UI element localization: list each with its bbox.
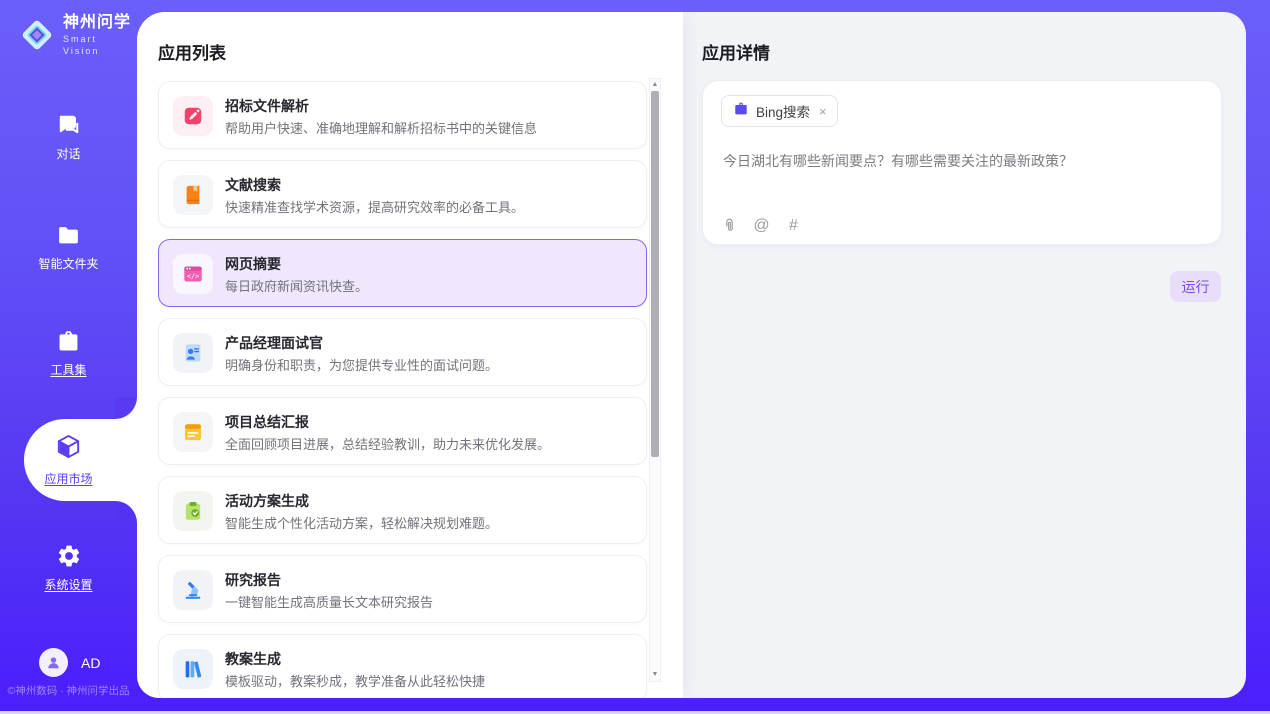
chip-close-icon[interactable]: × [817,104,827,119]
app-list-item-selected[interactable]: </> 网页摘要每日政府新闻资讯快查。 [158,239,647,307]
clipboard-check-icon [173,491,213,531]
scrollbar-thumb[interactable] [651,91,659,457]
app-list: 招标文件解析帮助用户快速、准确地理解和解析招标书中的关键信息文献搜索快速精准查找… [158,81,647,698]
sidebar-item-label: 智能文件夹 [38,255,98,272]
app-name: 研究报告 [225,570,281,590]
app-name: 招标文件解析 [225,96,309,116]
attachment-icon[interactable] [721,217,738,234]
brand-diamond-icon [18,16,56,54]
app-list-item[interactable]: 产品经理面试官明确身份和职责，为您提供专业性的面试问题。 [158,318,647,386]
app-detail-title: 应用详情 [702,39,770,64]
sidebar-footer-text: ©神州数码 · 神州问学出品 [0,683,137,698]
brand-logo-block: 神州问学 Smart Vision [18,13,137,57]
app-description: 一键智能生成高质量长文本研究报告 [225,592,433,611]
sidebar-item-market-active[interactable]: 应用市场 [24,419,137,501]
app-description: 全面回顾项目进展，总结经验教训，助力未来优化发展。 [225,434,550,453]
sidebar: 神州问学 Smart Vision 对话智能文件夹工具集应用市场系统设置 AD … [0,0,137,711]
scroll-up-icon[interactable]: ▲ [652,79,659,91]
gear-icon [56,543,82,569]
prompt-input[interactable]: 今日湖北有哪些新闻要点？有哪些需要关注的最新政策？ [723,151,1203,171]
app-description: 快速精准查找学术资源，提高研究效率的必备工具。 [225,197,524,216]
sidebar-item-tools[interactable]: 工具集 [0,328,137,378]
tool-chip-label: Bing搜索 [756,101,810,121]
app-name: 教案生成 [225,649,281,669]
microscope-icon [173,570,213,610]
app-list-item[interactable]: 招标文件解析帮助用户快速、准确地理解和解析招标书中的关键信息 [158,81,647,149]
app-name: 产品经理面试官 [225,333,323,353]
sidebar-item-chat[interactable]: 对话 [0,112,137,162]
user-initials: AD [81,655,100,671]
run-button[interactable]: 运行 [1170,271,1221,302]
app-description: 每日政府新闻资讯快查。 [225,276,368,295]
app-list-scrollbar[interactable]: ▲ ▼ [649,78,661,682]
active-tab-notch-bottom [115,501,137,523]
app-list-item[interactable]: 项目总结汇报全面回顾项目进展，总结经验教训，助力未来优化发展。 [158,397,647,465]
app-description: 模板驱动，教案秒成，教学准备从此轻松快捷 [225,671,485,690]
prompt-card: Bing搜索 × 今日湖北有哪些新闻要点？有哪些需要关注的最新政策？ @ # [702,80,1222,245]
app-name: 活动方案生成 [225,491,309,511]
chat-icon [56,112,82,138]
folder-icon [56,222,82,248]
cube-icon [55,433,82,465]
briefcase-icon [733,101,749,122]
app-name: 文献搜索 [225,175,281,195]
app-name: 项目总结汇报 [225,412,309,432]
app-list-item[interactable]: 教案生成模板驱动，教案秒成，教学准备从此轻松快捷 [158,634,647,698]
sidebar-item-folders[interactable]: 智能文件夹 [0,222,137,272]
prompt-toolbar: @ # [721,217,802,234]
sidebar-item-label: 对话 [56,145,80,162]
main-content: 应用列表 招标文件解析帮助用户快速、准确地理解和解析招标书中的关键信息文献搜索快… [137,12,1246,698]
user-account[interactable]: AD [39,648,100,677]
brand-subtitle: Smart Vision [63,33,137,57]
sidebar-item-label: 应用市场 [44,470,92,487]
app-list-panel: 应用列表 招标文件解析帮助用户快速、准确地理解和解析招标书中的关键信息文献搜索快… [137,12,683,698]
app-description: 帮助用户快速、准确地理解和解析招标书中的关键信息 [225,118,537,137]
books-icon [173,649,213,689]
scroll-down-icon[interactable]: ▼ [652,669,659,681]
sidebar-item-label: 工具集 [50,361,86,378]
app-list-item[interactable]: 活动方案生成智能生成个性化活动方案，轻松解决规划难题。 [158,476,647,544]
app-list-title: 应用列表 [158,39,226,64]
toolbox-icon [56,328,82,354]
brand-name: 神州问学 [63,13,137,33]
app-list-item[interactable]: 研究报告一键智能生成高质量长文本研究报告 [158,555,647,623]
app-name: 网页摘要 [225,254,281,274]
tool-chip-bing-search[interactable]: Bing搜索 × [721,95,838,127]
svg-text:</>: </> [187,272,199,280]
app-description: 明确身份和职责，为您提供专业性的面试问题。 [225,355,498,374]
sidebar-item-label: 系统设置 [44,576,92,593]
report-note-icon [173,412,213,452]
interview-icon [173,333,213,373]
sidebar-item-settings[interactable]: 系统设置 [0,543,137,593]
hash-icon[interactable]: # [785,217,802,234]
web-code-icon: </> [173,254,213,294]
app-list-item[interactable]: 文献搜索快速精准查找学术资源，提高研究效率的必备工具。 [158,160,647,228]
avatar[interactable] [39,648,68,677]
app-detail-panel: 应用详情 Bing搜索 × 今日湖北有哪些新闻要点？有哪些需要关注的最新政策？ [683,12,1246,698]
mention-icon[interactable]: @ [753,217,770,234]
active-tab-notch-top [115,397,137,419]
book-icon [173,175,213,215]
app-description: 智能生成个性化活动方案，轻松解决规划难题。 [225,513,498,532]
doc-edit-icon [173,96,213,136]
